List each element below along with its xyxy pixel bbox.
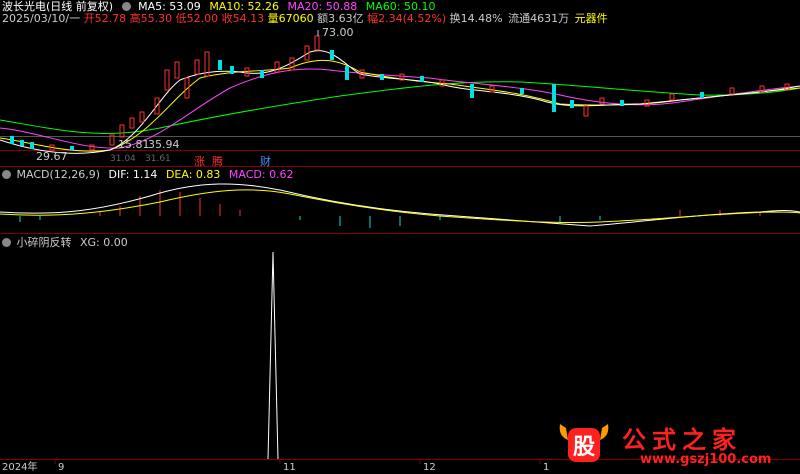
price-mid1-label: 15.81 — [118, 138, 150, 151]
macd-dea: DEA: 0.83 — [165, 168, 221, 181]
indicator-title[interactable]: 小碎阴反转 — [17, 236, 72, 249]
macd-value: MACD: 0.62 — [228, 168, 294, 181]
price-mid2-label: 35.94 — [148, 138, 180, 151]
axis-month-11: 11 — [283, 462, 296, 473]
macd-histogram — [19, 190, 761, 228]
macd-settings-icon[interactable] — [2, 170, 11, 179]
price-high-label: 73.00 — [322, 26, 354, 39]
macd-dif: DIF: 1.14 — [108, 168, 158, 181]
xg-signal-line — [267, 251, 279, 460]
watermark-logo-char: 股 — [573, 435, 595, 460]
tag-cai[interactable]: 财 — [260, 153, 271, 169]
macd-header: MACD(12,26,9) DIF: 1.14 DEA: 0.83 MACD: … — [2, 168, 299, 181]
price-low2-label: 31.04 — [110, 154, 136, 164]
tag-zhang[interactable]: 涨 — [194, 153, 205, 169]
axis-month-1: 1 — [543, 462, 550, 473]
watermark-logo: 股 — [559, 424, 609, 462]
watermark-url: www.gszj100.com — [640, 452, 772, 467]
indicator-settings-icon[interactable] — [2, 238, 11, 247]
price-low-label: 29.67 — [36, 150, 68, 163]
macd-title[interactable]: MACD(12,26,9) — [17, 168, 101, 181]
price-low3-label: 31.61 — [145, 154, 171, 164]
axis-month-12: 12 — [423, 462, 436, 473]
indicator-header: 小碎阴反转 XG: 0.00 — [2, 236, 133, 249]
tag-teng[interactable]: 腾 — [212, 153, 223, 169]
axis-year: 2024年 — [2, 462, 38, 473]
watermark-text: 公式之家 — [622, 425, 742, 454]
indicator-xg: XG: 0.00 — [80, 236, 128, 249]
axis-month-9: 9 — [58, 462, 65, 473]
